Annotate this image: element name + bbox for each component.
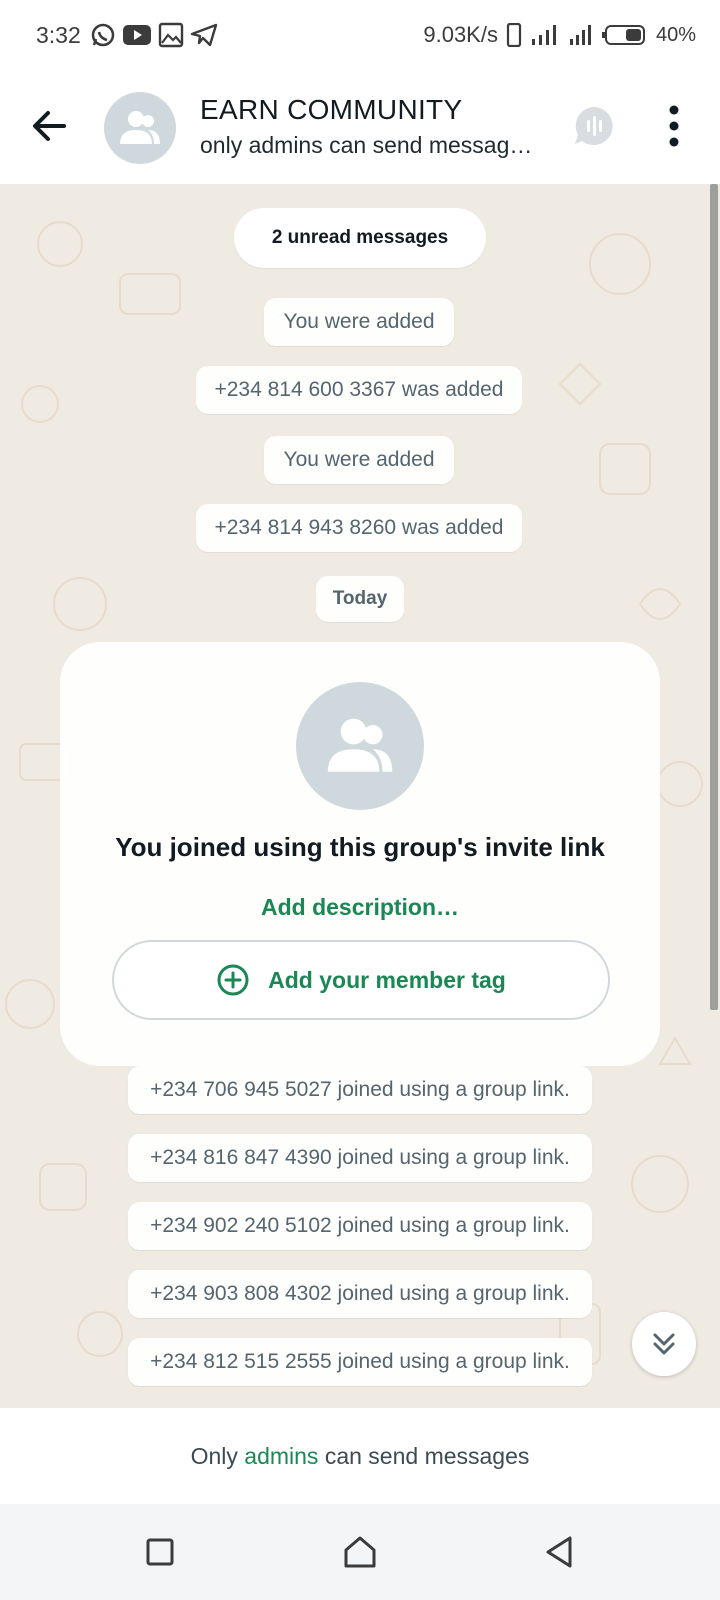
unread-messages-banner: 2 unread messages [234, 208, 486, 268]
home-icon [344, 1536, 376, 1568]
scroll-to-bottom-button[interactable] [632, 1312, 696, 1376]
network-speed: 9.03K/s [423, 22, 498, 47]
status-time: 3:32 [36, 22, 81, 48]
system-nav-bar [0, 1504, 720, 1600]
add-circle-icon [217, 964, 249, 996]
signal-icon [569, 25, 591, 45]
more-options-button[interactable] [662, 104, 686, 148]
group-subtitle[interactable]: only admins can send messag… [200, 132, 545, 159]
system-message: +234 816 847 4390 joined using a group l… [128, 1134, 592, 1182]
system-message: You were added [264, 298, 454, 346]
status-right: 9.03K/s 40% [423, 22, 720, 48]
footer-suffix: can send messages [318, 1442, 530, 1469]
back-triangle-icon [546, 1536, 572, 1568]
add-member-tag-button[interactable]: Add your member tag [112, 940, 610, 1020]
system-message: +234 706 945 5027 joined using a group l… [128, 1066, 592, 1114]
recents-button[interactable] [138, 1530, 182, 1574]
group-avatar-icon [327, 718, 393, 772]
telegram-icon [190, 23, 218, 47]
home-button[interactable] [338, 1530, 382, 1574]
whatsapp-icon [91, 23, 115, 47]
system-message: +234 902 240 5102 joined using a group l… [128, 1202, 592, 1250]
back-arrow-icon [33, 111, 66, 141]
recents-square-icon [146, 1538, 174, 1566]
add-member-tag-label: Add your member tag [268, 966, 506, 993]
youtube-icon [123, 25, 151, 45]
admins-link[interactable]: admins [244, 1443, 318, 1470]
chat-header: EARN COMMUNITY only admins can send mess… [0, 72, 720, 184]
add-description-link[interactable]: Add description… [60, 894, 660, 921]
system-message: +234 812 515 2555 joined using a group l… [128, 1338, 592, 1386]
admins-only-notice: Only admins can send messages [0, 1408, 720, 1504]
group-avatar[interactable] [104, 92, 176, 164]
voice-chat-button[interactable] [570, 102, 618, 150]
system-message: +234 814 943 8260 was added [196, 504, 522, 552]
back-nav-button[interactable] [538, 1530, 582, 1574]
invite-card: You joined using this group's invite lin… [60, 642, 660, 1066]
invite-card-title: You joined using this group's invite lin… [115, 832, 605, 862]
signal-icon [531, 25, 556, 45]
voice-chat-icon [575, 107, 613, 145]
gallery-icon [158, 22, 184, 48]
system-message: +234 814 600 3367 was added [196, 366, 522, 414]
status-bar: 3:32 9.03K/s 40% [0, 0, 720, 72]
date-chip: Today [316, 576, 404, 622]
system-message: +234 903 808 4302 joined using a group l… [128, 1270, 592, 1318]
chat-area[interactable]: 2 unread messages You were added +234 81… [0, 184, 720, 1408]
double-chevron-down-icon [653, 1333, 675, 1355]
battery-icon [601, 25, 645, 45]
vibrate-icon [506, 23, 522, 47]
back-button[interactable] [26, 102, 74, 150]
footer-prefix: Only [190, 1442, 245, 1469]
battery-percent: 40% [655, 23, 696, 46]
group-avatar-icon [120, 111, 160, 144]
group-title[interactable]: EARN COMMUNITY [200, 94, 462, 126]
notification-icons [90, 22, 218, 48]
more-vert-icon [669, 105, 679, 147]
chat-scrollbar[interactable] [710, 184, 718, 1010]
system-message: You were added [264, 436, 454, 484]
invite-card-avatar [296, 682, 424, 810]
